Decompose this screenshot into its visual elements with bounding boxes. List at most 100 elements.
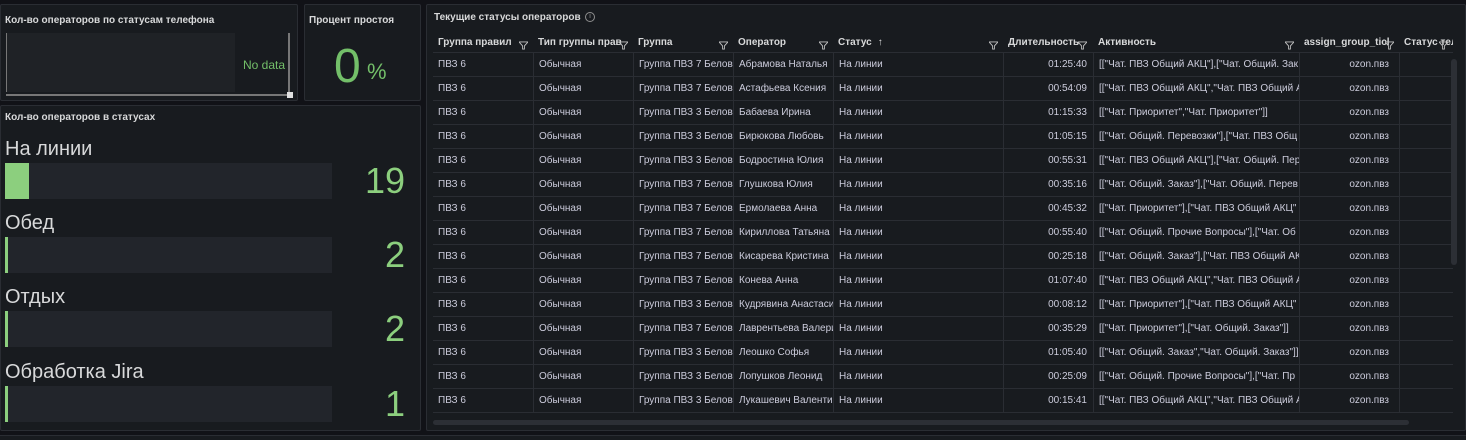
table-cell: Обычная [533,125,633,149]
filter-icon[interactable] [717,38,730,50]
table-cell: [["Чат. Общий. Заказ"],["Чат. Общий. Пер… [1093,173,1299,197]
table-row[interactable]: ПВЗ 6 Обычная Группа ПВЗ 7 Белов Кириллова … [433,221,1453,245]
table-cell: На линии [833,149,1003,173]
table-cell: ozon.пвз [1299,365,1399,389]
table-cell: Обычная [533,197,633,221]
table-cell [1399,101,1453,125]
table-cell [1399,149,1453,173]
table-cell: Группа ПВЗ 3 Белов [633,125,733,149]
plot-vertical-axis [288,33,290,93]
table-cell: Обычная [533,293,633,317]
table-row[interactable]: ПВЗ 6 Обычная Группа ПВЗ 7 Белов Астафьева … [433,77,1453,101]
table-cell: Группа ПВЗ 7 Белов [633,221,733,245]
info-icon[interactable]: i [585,12,595,22]
column-header[interactable]: Активность [1093,33,1299,53]
table-row[interactable]: ПВЗ 6 Обычная Группа ПВЗ 7 Белов Ермолаева … [433,197,1453,221]
table-row[interactable]: ПВЗ 6 Обычная Группа ПВЗ 7 Белов Кисарева К… [433,245,1453,269]
table-cell: [["Чат. ПВЗ Общий АКЦ"],["Чат. Общий. За… [1093,53,1299,77]
table-cell: Группа ПВЗ 3 Белов [633,293,733,317]
table-cell: ПВЗ 6 [438,155,466,166]
table-cell: ozon.пвз [1299,101,1399,125]
filter-icon[interactable] [517,38,530,50]
current-statuses-title[interactable]: Текущие статусы операторов [434,12,581,23]
table-row[interactable]: ПВЗ 6 Обычная Группа ПВЗ 7 Белов Абрамова Н… [433,53,1453,77]
table-cell: 00:25:18 [1003,245,1093,269]
idle-percent-title[interactable]: Процент простоя [309,15,394,26]
status-bar-fill [5,163,29,199]
status-bar-track [5,237,332,273]
table-row[interactable]: ПВЗ 6 Обычная Группа ПВЗ 7 Белов Глушкова Ю… [433,173,1453,197]
table-cell: Леошко Софья [733,341,833,365]
table-cell [1399,53,1453,77]
table-cell [1399,293,1453,317]
table-cell: 01:05:40 [1003,341,1093,365]
table-row[interactable]: ПВЗ 6 Обычная Группа ПВЗ 3 Белов Леошко Соф… [433,341,1453,365]
table-cell: Группа ПВЗ 3 Белов [633,389,733,413]
table-cell: ozon.пвз [1299,341,1399,365]
table-row[interactable]: ПВЗ 6 Обычная Группа ПВЗ 7 Белов Конева Анн… [433,269,1453,293]
filter-icon[interactable] [987,38,1000,50]
table-cell [1399,341,1453,365]
table-row[interactable]: ПВЗ 6 Обычная Группа ПВЗ 7 Белов Лаврентьев… [433,317,1453,341]
table-cell: ozon.пвз [1299,197,1399,221]
table-row[interactable]: ПВЗ 6 Обычная Группа ПВЗ 3 Белов Бабаева Ир… [433,101,1453,125]
table-cell: На линии [833,389,1003,413]
table-cell [1399,365,1453,389]
table-row[interactable]: ПВЗ 6 Обычная Группа ПВЗ 3 Белов Кудрявина … [433,293,1453,317]
table-cell [1399,245,1453,269]
filter-icon[interactable] [1383,38,1396,50]
table-cell: Группа ПВЗ 3 Белов [633,101,733,125]
table-cell: Кириллова Татьяна [733,221,833,245]
filter-icon[interactable] [1076,38,1089,50]
table-cell: Обычная [533,317,633,341]
table-row[interactable]: ПВЗ 6 Обычная Группа ПВЗ 3 Белов Бодростина… [433,149,1453,173]
table-cell: Группа ПВЗ 7 Белов [633,269,733,293]
column-header-label: Статус [838,37,872,48]
resize-handle-icon[interactable] [287,92,293,98]
operators-status-title[interactable]: Кол-во операторов в статусах [5,112,155,123]
column-header[interactable]: Оператор [733,33,833,53]
table-cell: Лукашевич Валенти [733,389,833,413]
table-cell: 01:25:40 [1003,53,1093,77]
column-header[interactable]: Группа правил [433,33,533,53]
filter-icon[interactable] [817,38,830,50]
column-header-label: Оператор [738,37,787,48]
status-label: Обработка Jira [5,361,144,383]
table-cell: ozon.пвз [1299,245,1399,269]
column-header-label: Длительность [1008,37,1080,48]
table-cell: ПВЗ 6 [438,371,466,382]
table-cell: ПВЗ 6 [438,347,466,358]
table-cell: Лаврентьева Валери [733,317,833,341]
table-cell: 00:54:09 [1003,77,1093,101]
table-cell: [["Чат. Приоритет"],["Чат. Общий. Заказ"… [1093,317,1299,341]
column-header[interactable]: Статус теле [1399,33,1453,53]
table-row[interactable]: ПВЗ 6 Обычная Группа ПВЗ 3 Белов Бирюкова Л… [433,125,1453,149]
column-header[interactable]: assign_group_ticl [1299,33,1399,53]
sort-ascending-icon[interactable]: ↑ [878,37,883,48]
column-header[interactable]: Длительность [1003,33,1093,53]
vertical-scrollbar[interactable] [1451,59,1457,265]
table-cell [1399,125,1453,149]
table-row[interactable]: ПВЗ 6 Обычная Группа ПВЗ 3 Белов Лукашевич … [433,389,1453,413]
table-cell: ПВЗ 6 [438,395,466,406]
dashboard-footer-strip [0,435,1466,440]
phone-status-title[interactable]: Кол-во операторов по статусам телефона [5,15,214,26]
table-cell [1399,317,1453,341]
table-cell: ПВЗ 6 [438,251,466,262]
filter-icon[interactable] [1283,38,1296,50]
column-header[interactable]: Группа [633,33,733,53]
table-cell: 01:05:15 [1003,125,1093,149]
table-cell: 00:45:32 [1003,197,1093,221]
filter-icon[interactable] [1437,38,1450,50]
operators-status-panel: Кол-во операторов в статусах На линии 19 О… [0,105,421,431]
column-header[interactable]: Статус ↑ [833,33,1003,53]
filter-icon[interactable] [617,38,630,50]
table-cell: Обычная [533,77,633,101]
table-row[interactable]: ПВЗ 6 Обычная Группа ПВЗ 3 Белов Лопушков Л… [433,365,1453,389]
table-cell: Обычная [533,269,633,293]
horizontal-scrollbar[interactable] [433,420,1409,425]
idle-percent-unit: % [367,59,387,84]
table-cell: ПВЗ 6 [438,83,466,94]
column-header-label: Активность [1098,37,1157,48]
column-header[interactable]: Тип группы прав [533,33,633,53]
